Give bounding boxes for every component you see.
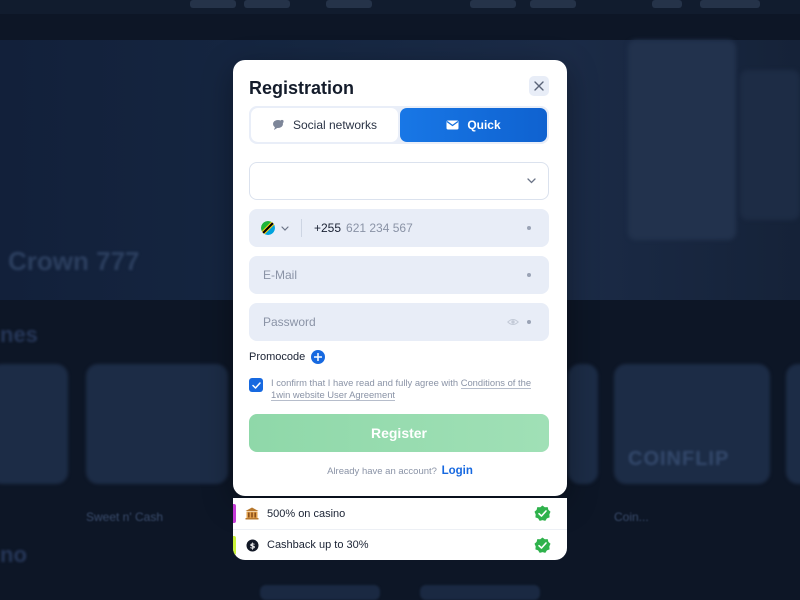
promocode-row: Promocode — [249, 350, 326, 364]
register-button[interactable]: Register — [249, 414, 549, 452]
email-field — [249, 256, 549, 294]
game-card — [86, 364, 228, 484]
game-card-title: COINFLIP — [628, 448, 730, 470]
agreement-checkbox[interactable] — [249, 378, 263, 392]
nav-item — [190, 0, 236, 8]
banner-title: Crown 777 — [8, 246, 140, 276]
promocode-label: Promocode — [249, 351, 306, 363]
modal-title: Registration — [249, 78, 355, 98]
divider — [301, 219, 302, 237]
nav-item — [530, 0, 576, 8]
close-button[interactable] — [529, 76, 549, 96]
section-heading: nes — [0, 322, 38, 347]
agreement-label: I confirm that I have read and fully agr… — [271, 377, 461, 388]
chevron-down-icon — [527, 178, 536, 184]
add-promocode-button[interactable] — [311, 350, 326, 364]
game-card — [786, 364, 800, 484]
registration-modal: Registration Social networks Quick +255 … — [233, 60, 567, 496]
game-card — [568, 364, 598, 484]
verified-check-icon — [534, 537, 551, 553]
login-row: Already have an account? Login — [233, 465, 567, 477]
email-input[interactable] — [263, 268, 503, 282]
game-card — [420, 585, 540, 600]
bonus-label: 500% on casino — [267, 507, 346, 520]
svg-text:$: $ — [249, 541, 255, 550]
tab-social-networks[interactable]: Social networks — [251, 108, 398, 142]
verified-check-icon — [534, 505, 551, 521]
tab-label: Social networks — [292, 118, 378, 132]
registration-tabs: Social networks Quick — [249, 106, 549, 144]
bonus-item: $ Cashback up to 30% — [233, 529, 567, 560]
login-link[interactable]: Login — [442, 465, 473, 477]
bonus-label: Cashback up to 30% — [267, 539, 369, 551]
required-indicator — [527, 273, 531, 277]
bonus-accent — [233, 504, 236, 523]
casino-icon — [245, 507, 259, 521]
banner-image — [628, 40, 736, 240]
phone-country-code: +255 — [314, 221, 342, 235]
game-card-label: Coin... — [614, 510, 649, 524]
nav-item — [700, 0, 760, 8]
agreement-text: I confirm that I have read and fully agr… — [271, 377, 549, 401]
bonus-accent — [233, 536, 236, 555]
currency-select[interactable] — [249, 162, 549, 200]
envelope-icon — [446, 120, 459, 130]
checkmark-icon — [251, 381, 261, 389]
show-password-icon[interactable] — [507, 315, 519, 329]
password-input[interactable] — [263, 315, 483, 329]
nav-item — [652, 0, 682, 8]
phone-field: +255 — [249, 209, 549, 247]
country-code-select[interactable] — [261, 221, 289, 235]
phone-input[interactable] — [346, 221, 507, 235]
game-card — [260, 585, 380, 600]
chat-bubble-icon — [272, 119, 284, 130]
game-card — [0, 364, 68, 484]
bonus-list: 500% on casino $ Cashback up to 30% — [233, 498, 567, 560]
tab-label: Quick — [467, 118, 501, 132]
section-heading: no — [0, 542, 27, 567]
game-card-label: Sweet n' Cash — [86, 510, 163, 524]
tab-quick[interactable]: Quick — [400, 108, 547, 142]
nav-item — [470, 0, 516, 8]
nav-item — [326, 0, 372, 8]
login-prompt: Already have an account? — [327, 466, 437, 477]
required-indicator — [527, 226, 531, 230]
banner-image — [740, 70, 800, 220]
nav-item — [244, 0, 290, 8]
cashback-icon: $ — [245, 538, 259, 552]
password-field — [249, 303, 549, 341]
plus-icon — [314, 353, 323, 361]
agreement-row: I confirm that I have read and fully agr… — [249, 377, 549, 401]
required-indicator — [527, 320, 531, 324]
tanzania-flag-icon — [261, 221, 275, 235]
close-icon — [534, 81, 544, 91]
bonus-item: 500% on casino — [233, 498, 567, 529]
chevron-down-icon — [281, 225, 289, 231]
